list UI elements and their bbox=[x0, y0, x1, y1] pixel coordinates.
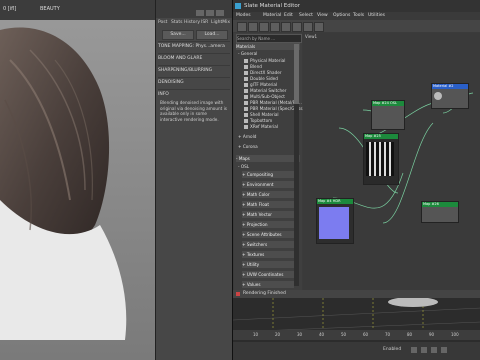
save-button[interactable]: Save... bbox=[162, 30, 194, 40]
menu-tools[interactable]: Tools bbox=[353, 13, 364, 18]
ruler-tick: 20 bbox=[275, 332, 281, 337]
info-text: Blending denoised image with original vi… bbox=[160, 100, 227, 122]
toolbar-button[interactable] bbox=[206, 10, 214, 16]
map-preview bbox=[319, 207, 349, 239]
list-item[interactable]: + Switchers bbox=[242, 241, 294, 248]
get-material-icon[interactable] bbox=[248, 22, 258, 32]
zoom-icon[interactable] bbox=[421, 347, 427, 353]
list-item[interactable]: + Compositing bbox=[242, 171, 294, 178]
list-item[interactable]: + Environment bbox=[242, 181, 294, 188]
list-item[interactable]: + Math Color bbox=[242, 191, 294, 198]
maps-heading[interactable]: - Maps bbox=[236, 155, 300, 162]
search-input[interactable]: Search by Name ... bbox=[236, 34, 302, 43]
texture-preview bbox=[366, 142, 394, 176]
section-info[interactable]: INFO bbox=[158, 89, 230, 99]
ruler-tick: 80 bbox=[407, 332, 413, 337]
general-heading[interactable]: - General bbox=[238, 50, 257, 57]
app-icon bbox=[235, 3, 241, 9]
list-item[interactable]: + Math Vector bbox=[242, 211, 294, 218]
map-node[interactable]: Map #4 HDR bbox=[316, 198, 354, 244]
material-map-browser: Search by Name ... Materials - General P… bbox=[234, 33, 304, 290]
material-preview bbox=[434, 92, 442, 100]
viewport-title: 0 [ifl] bbox=[3, 6, 17, 12]
toolbar bbox=[233, 20, 480, 32]
list-item[interactable]: + UVW Coordinates bbox=[242, 271, 294, 278]
rendering-status: Rendering Finished bbox=[243, 291, 286, 296]
section-denoising[interactable]: DENOISING bbox=[158, 77, 230, 87]
arnold-heading[interactable]: + Arnold bbox=[238, 133, 256, 140]
render-frame-toolbar bbox=[156, 0, 232, 18]
map-node[interactable]: Map #26 bbox=[421, 201, 459, 223]
ruler-tick: 100 bbox=[451, 332, 459, 337]
orbit-icon[interactable] bbox=[441, 347, 447, 353]
viewport[interactable]: 0 [ifl] BEAUTY bbox=[0, 0, 155, 360]
list-item[interactable]: + Math Float bbox=[242, 201, 294, 208]
menu-select[interactable]: Select bbox=[299, 13, 313, 18]
menu-view[interactable]: View bbox=[317, 13, 328, 18]
menu-material[interactable]: Material bbox=[263, 13, 281, 18]
ruler-tick: 30 bbox=[297, 332, 303, 337]
toolbar-button[interactable] bbox=[216, 10, 224, 16]
pick-icon[interactable] bbox=[237, 22, 247, 32]
window-title: Slate Material Editor bbox=[244, 3, 301, 9]
ruler-tick: 90 bbox=[429, 332, 435, 337]
tab-history[interactable]: History bbox=[184, 20, 200, 27]
section-tone-mapping[interactable]: TONE MAPPING: Phys...amera bbox=[158, 41, 230, 51]
assign-icon[interactable] bbox=[259, 22, 269, 32]
time-ruler[interactable]: 10 20 30 40 50 60 70 80 90 100 bbox=[233, 330, 480, 340]
material-swatch-icon bbox=[244, 125, 248, 129]
ruler-tick: 50 bbox=[341, 332, 347, 337]
map-node[interactable]: Map #25 bbox=[363, 133, 399, 185]
ruler-tick: 60 bbox=[363, 332, 369, 337]
map-node[interactable]: Map #24 OSL bbox=[371, 100, 405, 130]
menu-options[interactable]: Options bbox=[333, 13, 350, 18]
toolbar-button[interactable] bbox=[196, 10, 204, 16]
enabled-status: Enabled bbox=[383, 347, 402, 352]
menu-edit[interactable]: Edit bbox=[284, 13, 293, 18]
pan-icon[interactable] bbox=[431, 347, 437, 353]
render-status-icon bbox=[236, 292, 240, 296]
delete-icon[interactable] bbox=[270, 22, 280, 32]
menu-utilities[interactable]: Utilities bbox=[368, 13, 385, 18]
tab-lightmix[interactable]: LightMix bbox=[211, 20, 230, 27]
list-item[interactable]: + Values bbox=[242, 281, 294, 288]
list-item[interactable]: + Projection bbox=[242, 221, 294, 228]
materials-heading[interactable]: Materials bbox=[236, 43, 300, 50]
tab-stats[interactable]: Stats bbox=[171, 20, 183, 27]
list-item[interactable]: + Scene Attributes bbox=[242, 231, 294, 238]
material-node[interactable]: Material #2 bbox=[431, 83, 469, 109]
menu-modes[interactable]: Modes bbox=[236, 13, 251, 18]
list-item[interactable]: + Utility bbox=[242, 261, 294, 268]
ruler-tick: 10 bbox=[253, 332, 259, 337]
load-button[interactable]: Load... bbox=[196, 30, 228, 40]
list-item[interactable]: + Textures bbox=[242, 251, 294, 258]
list-item[interactable]: XRef Material bbox=[244, 123, 278, 130]
status-bar: Enabled bbox=[233, 342, 480, 360]
navigator-icon[interactable] bbox=[303, 22, 313, 32]
menu-bar: Modes Material Edit Select View Options … bbox=[233, 12, 480, 20]
tab-post[interactable]: Post bbox=[158, 20, 167, 27]
hair-render-image bbox=[0, 0, 155, 360]
osl-heading[interactable]: - OSL bbox=[238, 163, 249, 170]
slate-material-editor: Slate Material Editor Modes Material Edi… bbox=[232, 0, 480, 360]
section-sharpening[interactable]: SHARPENING/BLURRING bbox=[158, 65, 230, 75]
viewport-header: 0 [ifl] BEAUTY bbox=[0, 0, 155, 20]
scrollbar-thumb[interactable] bbox=[294, 44, 299, 104]
browser-scrollbar[interactable] bbox=[294, 44, 299, 286]
node-view[interactable]: View1 Map #24 OSL Map #25 Map #26 Map #4… bbox=[303, 33, 480, 290]
corona-heading[interactable]: + Corona bbox=[238, 143, 258, 150]
render-frame-panel: Post Stats History ISR LightMix Save... … bbox=[155, 0, 232, 360]
layout-icon[interactable] bbox=[292, 22, 302, 32]
tab-isr[interactable]: ISR bbox=[201, 20, 208, 27]
viewport-mode[interactable]: BEAUTY bbox=[40, 6, 60, 12]
rendering-bar: Rendering Finished bbox=[233, 290, 480, 298]
section-bloom-glare[interactable]: BLOOM AND GLARE bbox=[158, 53, 230, 63]
window-titlebar[interactable]: Slate Material Editor bbox=[233, 0, 480, 12]
ruler-tick: 40 bbox=[319, 332, 325, 337]
play-icon[interactable] bbox=[411, 347, 417, 353]
show-map-icon[interactable] bbox=[281, 22, 291, 32]
ruler-tick: 70 bbox=[385, 332, 391, 337]
parameter-icon[interactable] bbox=[314, 22, 324, 32]
